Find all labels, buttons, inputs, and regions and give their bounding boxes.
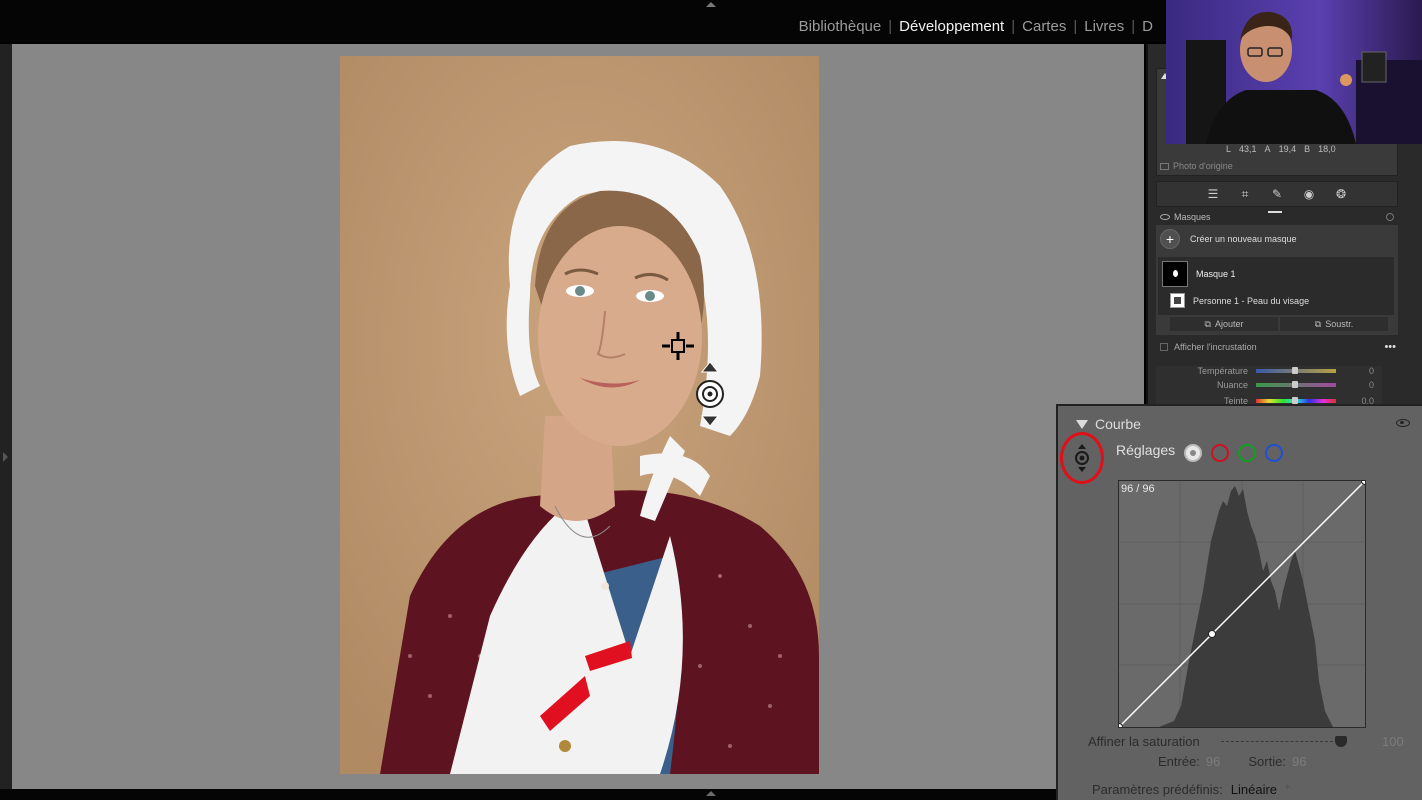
add-label: Ajouter — [1214, 319, 1244, 329]
saturation-thumb[interactable] — [1334, 736, 1347, 747]
input-value[interactable]: 96 — [1206, 754, 1220, 769]
lab-readout: L 43,1 A 19,4 B 18,0 — [1226, 144, 1336, 154]
lab-a-value: 19,4 — [1278, 144, 1297, 154]
edit-sliders-icon[interactable]: ☰ — [1206, 187, 1220, 201]
overlay-label: Afficher l'incrustation — [1174, 342, 1257, 352]
subtract-label: Soustr. — [1325, 319, 1354, 329]
plus-icon: + — [1160, 229, 1180, 249]
subtract-icon: ⧉ — [1314, 318, 1322, 329]
mask-adjustments-peek: Température 0 Nuance 0 Teinte 0,0 — [1156, 366, 1382, 406]
module-develop[interactable]: Développement — [892, 18, 1011, 35]
curve-title: Courbe — [1095, 416, 1141, 432]
blue-channel-button[interactable] — [1265, 444, 1283, 462]
eye-icon[interactable] — [1396, 419, 1410, 427]
masking-icon[interactable]: ❂ — [1334, 187, 1348, 201]
mask-component[interactable]: Personne 1 - Peau du visage — [1170, 293, 1309, 308]
slider-tint[interactable]: Nuance 0 — [1156, 380, 1382, 390]
output-value[interactable]: 96 — [1292, 754, 1306, 769]
collapse-top-panel-arrow-icon[interactable] — [706, 2, 716, 7]
adjust-label: Réglages — [1116, 442, 1176, 458]
add-icon: ⧉ — [1204, 318, 1211, 329]
slider-label: Température — [1197, 366, 1248, 376]
collapse-triangle-icon — [1076, 419, 1088, 429]
curve-section-toggle[interactable]: Courbe — [1076, 416, 1141, 432]
masks-header: Masques — [1156, 209, 1398, 225]
create-mask-label: Créer un nouveau masque — [1190, 234, 1297, 244]
masks-panel: + Créer un nouveau masque Masque 1 Perso… — [1156, 225, 1398, 335]
mask-item[interactable]: Masque 1 Personne 1 - Peau du visage — [1158, 257, 1394, 315]
crop-icon[interactable]: ⌗ — [1238, 187, 1252, 201]
slider-thumb[interactable] — [1292, 381, 1298, 388]
webcam-overlay — [1166, 0, 1422, 144]
masks-title: Masques — [1174, 212, 1211, 222]
curve-preset: Paramètres prédéfinis: Linéaire ÷ — [1092, 782, 1290, 797]
slider-thumb[interactable] — [1292, 367, 1298, 374]
lab-a-label: A — [1264, 144, 1271, 154]
saturation-label: Affiner la saturation — [1088, 734, 1200, 749]
lab-l-label: L — [1226, 144, 1232, 154]
slider-temperature[interactable]: Température 0 — [1156, 366, 1382, 376]
input-output-row: Entrée: 96 Sortie: 96 — [1158, 754, 1328, 769]
show-overlay-option[interactable]: Afficher l'incrustation ••• — [1160, 341, 1396, 353]
help-icon[interactable] — [1386, 213, 1394, 221]
tone-curve-panel: Courbe Réglages 96 / 96 Affiner la satur… — [1056, 404, 1422, 800]
slider-thumb[interactable] — [1292, 397, 1298, 404]
create-mask-button[interactable]: + Créer un nouveau masque — [1160, 229, 1297, 249]
portrait-illustration — [340, 56, 819, 774]
parametric-rgb-channel-button[interactable] — [1184, 444, 1202, 462]
more-options-icon[interactable]: ••• — [1384, 341, 1396, 353]
mask-name: Masque 1 — [1196, 269, 1236, 279]
red-eye-icon[interactable]: ◉ — [1302, 187, 1316, 201]
refine-saturation-slider[interactable]: Affiner la saturation 100 — [1088, 734, 1418, 750]
preset-select[interactable]: Linéaire — [1231, 782, 1277, 797]
slider-label: Nuance — [1216, 380, 1248, 390]
module-map[interactable]: Cartes — [1015, 18, 1073, 35]
curve-readout: 96 / 96 — [1121, 483, 1155, 495]
red-channel-button[interactable] — [1211, 444, 1229, 462]
original-photo-icon — [1160, 162, 1169, 170]
mask-component-label: Personne 1 - Peau du visage — [1193, 295, 1310, 306]
presenter-video — [1166, 0, 1422, 144]
preset-stepper-icon[interactable]: ÷ — [1285, 782, 1290, 797]
targeted-adjustment-tool[interactable] — [1060, 432, 1104, 484]
expand-filmstrip-arrow-icon[interactable] — [706, 791, 716, 796]
lab-b-label: B — [1304, 144, 1311, 154]
slider-value[interactable]: 0 — [1369, 366, 1374, 376]
input-label: Entrée: — [1158, 754, 1200, 769]
module-more[interactable]: D — [1135, 18, 1160, 35]
curve-point-mid — [1208, 630, 1216, 638]
preset-label: Paramètres prédéfinis: — [1092, 782, 1223, 797]
overlay-checkbox[interactable] — [1160, 343, 1168, 351]
output-label: Sortie: — [1248, 754, 1286, 769]
image-viewer[interactable] — [12, 44, 1144, 789]
original-photo-label: Photo d'origine — [1173, 161, 1233, 171]
luminance-histogram — [1119, 486, 1333, 727]
saturation-track[interactable] — [1221, 741, 1343, 743]
curve-graph[interactable]: 96 / 96 — [1118, 480, 1366, 728]
module-book[interactable]: Livres — [1077, 18, 1131, 35]
saturation-value[interactable]: 100 — [1382, 734, 1404, 749]
lab-b-value: 18,0 — [1318, 144, 1336, 154]
curve-svg — [1119, 481, 1365, 727]
subtract-button[interactable]: ⧉ Soustr. — [1280, 317, 1388, 331]
original-photo-toggle[interactable]: Photo d'origine — [1160, 161, 1233, 171]
add-button[interactable]: ⧉ Ajouter — [1170, 317, 1278, 331]
healing-icon[interactable]: ✎ — [1270, 187, 1284, 201]
left-panel-collapsed — [0, 44, 12, 789]
mask-thumbnail — [1162, 261, 1188, 287]
eye-icon[interactable] — [1160, 214, 1170, 220]
mask-add-subtract: ⧉ Ajouter ⧉ Soustr. — [1170, 317, 1388, 331]
expand-left-panel-arrow-icon[interactable] — [3, 452, 8, 462]
lab-l-value: 43,1 — [1239, 144, 1257, 154]
tool-strip: ☰ ⌗ ✎ ◉ ❂ — [1156, 181, 1398, 207]
green-channel-button[interactable] — [1238, 444, 1256, 462]
portrait-photo[interactable] — [340, 56, 819, 774]
slider-value[interactable]: 0 — [1369, 380, 1374, 390]
person-icon — [1170, 293, 1185, 308]
target-adjust-icon — [1075, 444, 1089, 472]
module-library[interactable]: Bibliothèque — [792, 18, 889, 35]
panel-drag-handle[interactable] — [1268, 211, 1282, 213]
module-picker: Bibliothèque | Développement | Cartes | … — [792, 18, 1160, 35]
